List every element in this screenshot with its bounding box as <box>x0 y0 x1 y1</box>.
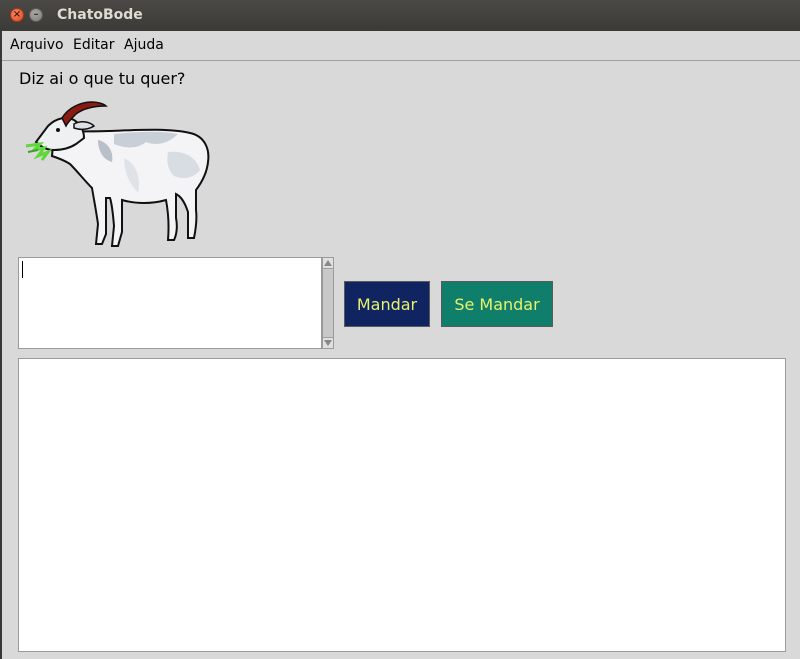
input-scrollbar[interactable] <box>322 257 334 349</box>
chat-output-area[interactable] <box>18 358 786 652</box>
quit-button[interactable]: Se Mandar <box>441 281 553 327</box>
send-button[interactable]: Mandar <box>344 281 430 327</box>
menu-bar: Arquivo Editar Ajuda <box>2 31 800 61</box>
goat-icon <box>25 101 210 247</box>
prompt-label: Diz ai o que tu quer? <box>19 69 186 88</box>
title-bar: × – ChatoBode <box>0 0 800 32</box>
scroll-up-icon[interactable] <box>323 258 333 269</box>
window-title: ChatoBode <box>57 7 143 23</box>
window-border <box>0 31 2 659</box>
message-input[interactable] <box>18 257 322 349</box>
menu-arquivo[interactable]: Arquivo <box>10 36 64 54</box>
text-caret <box>22 261 23 278</box>
close-icon[interactable]: × <box>10 8 24 22</box>
scroll-down-icon[interactable] <box>323 337 333 348</box>
minimize-icon[interactable]: – <box>29 8 43 22</box>
menu-editar[interactable]: Editar <box>73 36 114 54</box>
menu-ajuda[interactable]: Ajuda <box>124 36 164 54</box>
